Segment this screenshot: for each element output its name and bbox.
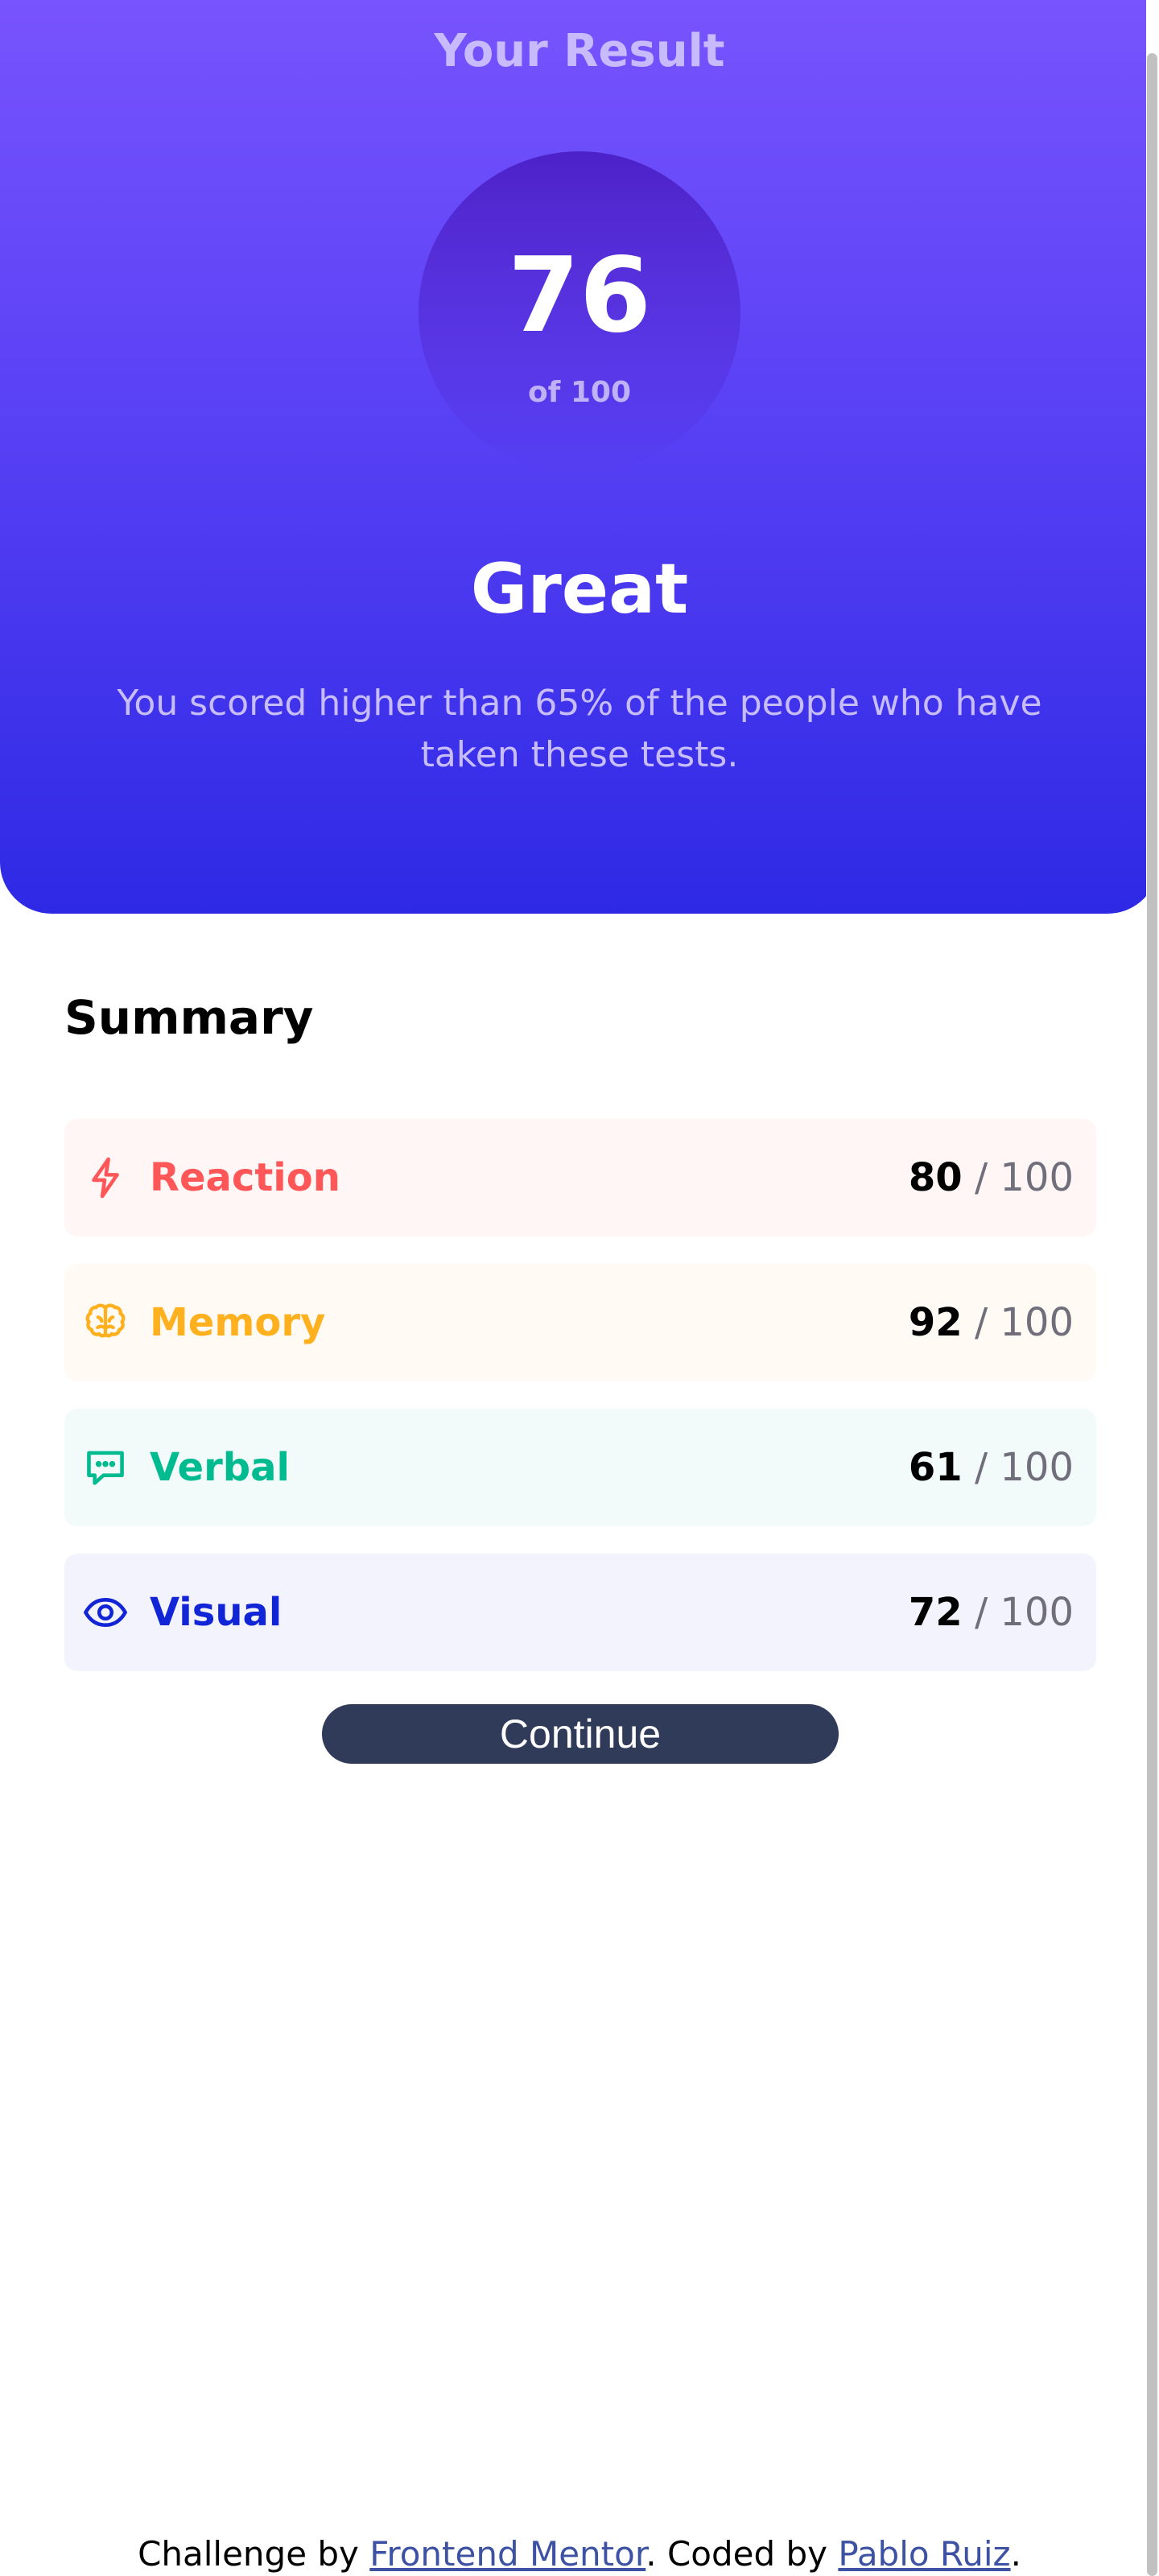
results-page: Your Result 76 of 100 Great You scored h… <box>0 0 1159 2576</box>
result-description: You scored higher than 65% of the people… <box>117 683 1042 775</box>
summary-item-label: Visual <box>150 1590 283 1635</box>
eye-icon <box>82 1589 129 1636</box>
footer-attribution: Challenge by Frontend Mentor. Coded by P… <box>0 2533 1159 2576</box>
summary-item-label: Memory <box>150 1300 326 1345</box>
summary-item-score: 80 <box>908 1155 963 1200</box>
summary-title: Summary <box>64 990 314 1045</box>
summary-item-score-wrap: 92 / 100 <box>909 1294 1074 1351</box>
summary-item-score-wrap: 80 / 100 <box>909 1150 1074 1206</box>
summary-item-verbal: Verbal 61 / 100 <box>64 1409 1096 1526</box>
score-circle: 76 of 100 <box>419 151 740 473</box>
frontend-mentor-link[interactable]: Frontend Mentor <box>369 2534 645 2574</box>
chat-bubble-icon <box>82 1444 129 1491</box>
lightning-icon <box>82 1154 129 1201</box>
score-value: 76 <box>507 236 652 356</box>
scrollbar-thumb[interactable] <box>1147 53 1157 2576</box>
summary-item-score: 72 <box>908 1590 963 1635</box>
author-link[interactable]: Pablo Ruiz <box>838 2534 1010 2574</box>
summary-item-label: Reaction <box>150 1155 340 1200</box>
summary-item-reaction: Reaction 80 / 100 <box>64 1119 1096 1236</box>
summary-item-max: / 100 <box>974 1590 1074 1635</box>
summary-item-max: / 100 <box>974 1300 1074 1345</box>
summary-item-memory: Memory 92 / 100 <box>64 1264 1096 1381</box>
result-title: Your Result <box>434 25 725 77</box>
continue-button[interactable]: Continue <box>322 1704 839 1764</box>
summary-item-score-wrap: 61 / 100 <box>909 1439 1074 1496</box>
summary-item-label: Verbal <box>150 1445 290 1490</box>
footer-suffix: . <box>1010 2534 1021 2574</box>
brain-icon <box>82 1299 129 1346</box>
result-panel: Your Result 76 of 100 Great You scored h… <box>0 0 1159 914</box>
footer-prefix: Challenge by <box>138 2534 359 2574</box>
summary-item-visual: Visual 72 / 100 <box>64 1554 1096 1671</box>
result-verdict: Great <box>470 549 689 630</box>
footer-middle: . Coded by <box>645 2534 828 2574</box>
summary-item-max: / 100 <box>974 1445 1074 1490</box>
score-max: of 100 <box>527 376 632 409</box>
summary-list: Reaction 80 / 100 Memory 92 / 100 Verbal… <box>64 1119 1096 1699</box>
summary-item-score-wrap: 72 / 100 <box>909 1584 1074 1641</box>
summary-item-score: 92 <box>908 1300 963 1345</box>
summary-item-score: 61 <box>908 1445 963 1490</box>
summary-item-max: / 100 <box>974 1155 1074 1200</box>
